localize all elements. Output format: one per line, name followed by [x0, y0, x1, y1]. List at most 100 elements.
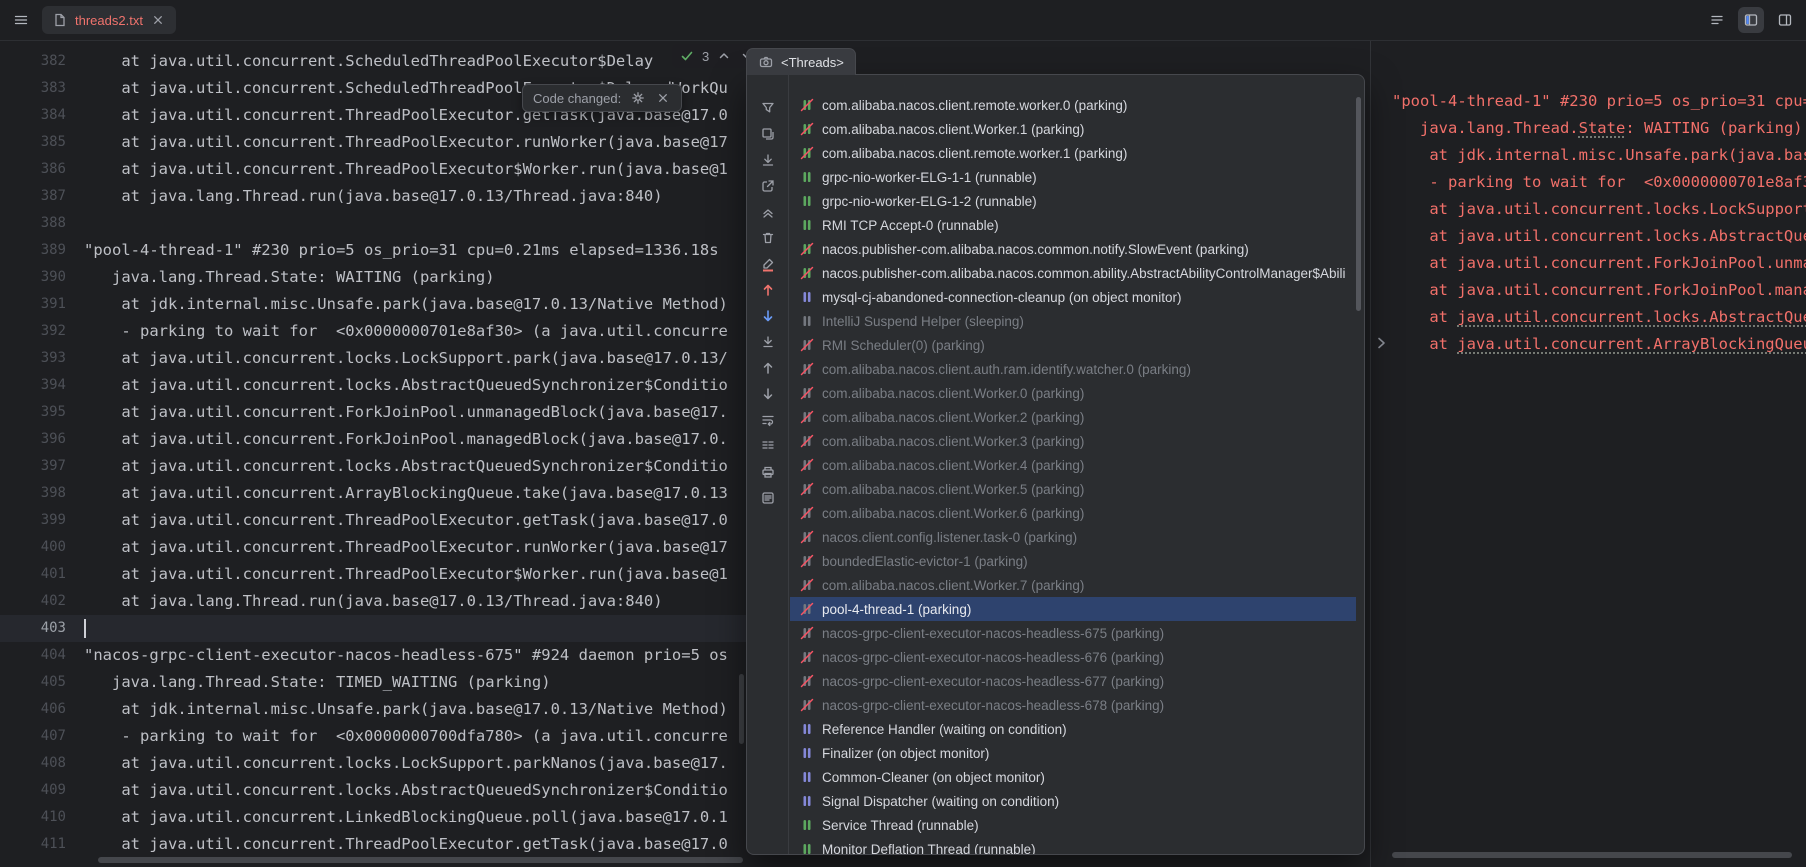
thread-list-item[interactable]: Common-Cleaner (on object monitor): [790, 765, 1356, 789]
stack-trace-line[interactable]: at java.util.concurrent.ForkJoinPool.unm…: [1392, 250, 1806, 277]
editor-line[interactable]: 403: [0, 615, 747, 642]
thread-list-item[interactable]: nacos.publisher-com.alibaba.nacos.common…: [790, 237, 1356, 261]
editor-line[interactable]: 410 at java.util.concurrent.LinkedBlocki…: [0, 804, 747, 831]
print-button[interactable]: [754, 459, 782, 485]
thread-list-item[interactable]: com.alibaba.nacos.client.Worker.2 (parki…: [790, 405, 1356, 429]
thread-list-item[interactable]: Service Thread (runnable): [790, 813, 1356, 837]
editor-line[interactable]: 401 at java.util.concurrent.ThreadPoolEx…: [0, 561, 747, 588]
tab-close-icon[interactable]: [150, 12, 166, 28]
stack-trace-line[interactable]: java.lang.Thread.State: WAITING (parking…: [1392, 115, 1806, 142]
stack-trace-line[interactable]: at java.util.concurrent.locks.AbstractQu…: [1392, 223, 1806, 250]
thread-list-item[interactable]: RMI TCP Accept-0 (runnable): [790, 213, 1356, 237]
threads-list-scrollbar[interactable]: [1356, 97, 1361, 311]
thread-list-item[interactable]: com.alibaba.nacos.client.Worker.3 (parki…: [790, 429, 1356, 453]
editor-line[interactable]: 411 at java.util.concurrent.ThreadPoolEx…: [0, 831, 747, 858]
thread-list-item[interactable]: com.alibaba.nacos.client.Worker.7 (parki…: [790, 573, 1356, 597]
thread-list-item[interactable]: com.alibaba.nacos.client.Worker.0 (parki…: [790, 381, 1356, 405]
thread-list-item[interactable]: pool-4-thread-1 (parking): [790, 597, 1356, 621]
open-in-editor-button[interactable]: [754, 173, 782, 199]
thread-list-item[interactable]: Reference Handler (waiting on condition): [790, 717, 1356, 741]
editor-line[interactable]: 394 at java.util.concurrent.locks.Abstra…: [0, 372, 747, 399]
thread-list-item[interactable]: nacos-grpc-client-executor-nacos-headles…: [790, 669, 1356, 693]
soft-wrap-button[interactable]: [754, 407, 782, 433]
stack-trace-line[interactable]: at java.util.concurrent.locks.LockSuppor…: [1392, 196, 1806, 223]
delete-button[interactable]: [754, 225, 782, 251]
settings-gear-icon[interactable]: [630, 90, 646, 106]
stack-trace-line[interactable]: "pool-4-thread-1" #230 prio=5 os_prio=31…: [1392, 88, 1806, 115]
next-occurrence-button[interactable]: [754, 303, 782, 329]
editor-line[interactable]: 385 at java.util.concurrent.ThreadPoolEx…: [0, 129, 747, 156]
move-up-button[interactable]: [754, 355, 782, 381]
editor-line[interactable]: 405 java.lang.Thread.State: TIMED_WAITIN…: [0, 669, 747, 696]
thread-list-item[interactable]: com.alibaba.nacos.client.Worker.5 (parki…: [790, 477, 1356, 501]
compare-button[interactable]: [754, 433, 782, 459]
thread-list-item[interactable]: nacos-grpc-client-executor-nacos-headles…: [790, 645, 1356, 669]
editor-line[interactable]: 397 at java.util.concurrent.locks.Abstra…: [0, 453, 747, 480]
options-menu-button[interactable]: [1704, 7, 1730, 33]
editor-line[interactable]: 388: [0, 210, 747, 237]
editor-line[interactable]: 404"nacos-grpc-client-executor-nacos-hea…: [0, 642, 747, 669]
collapse-all-button[interactable]: [754, 199, 782, 225]
thread-list-item[interactable]: com.alibaba.nacos.client.remote.worker.0…: [790, 93, 1356, 117]
thread-list-item[interactable]: grpc-nio-worker-ELG-1-1 (runnable): [790, 165, 1356, 189]
editor-line[interactable]: 399 at java.util.concurrent.ThreadPoolEx…: [0, 507, 747, 534]
highlighter-button[interactable]: [754, 251, 782, 277]
move-down-button[interactable]: [754, 381, 782, 407]
editor-line[interactable]: 408 at java.util.concurrent.locks.LockSu…: [0, 750, 747, 777]
splitter-chevron-icon[interactable]: [1372, 334, 1390, 352]
editor-tab[interactable]: threads2.txt: [42, 6, 176, 34]
stack-trace-line[interactable]: at java.util.concurrent.locks.AbstractQu…: [1392, 304, 1806, 331]
thread-list-item[interactable]: com.alibaba.nacos.client.auth.ram.identi…: [790, 357, 1356, 381]
thread-list-item[interactable]: Signal Dispatcher (waiting on condition): [790, 789, 1356, 813]
layout-right-button[interactable]: [1772, 7, 1798, 33]
export-button[interactable]: [754, 147, 782, 173]
thread-list-item[interactable]: mysql-cj-abandoned-connection-cleanup (o…: [790, 285, 1356, 309]
right-editor-horizontal-scrollbar[interactable]: [1392, 852, 1792, 858]
editor-left[interactable]: 382 at java.util.concurrent.ScheduledThr…: [0, 48, 747, 858]
preview-button[interactable]: [754, 485, 782, 511]
main-menu-button[interactable]: [8, 7, 34, 33]
stack-trace-line[interactable]: at java.util.concurrent.ArrayBlockingQue…: [1392, 331, 1806, 358]
thread-list-item[interactable]: Monitor Deflation Thread (runnable): [790, 837, 1356, 855]
thread-list-item[interactable]: nacos-grpc-client-executor-nacos-headles…: [790, 693, 1356, 717]
scroll-to-end-button[interactable]: [754, 329, 782, 355]
tooltip-close-icon[interactable]: [655, 90, 671, 106]
prev-problem-icon[interactable]: [716, 48, 732, 64]
filter-button[interactable]: [754, 95, 782, 121]
editor-line[interactable]: 400 at java.util.concurrent.ThreadPoolEx…: [0, 534, 747, 561]
stack-trace-line[interactable]: at jdk.internal.misc.Unsafe.park(java.ba…: [1392, 142, 1806, 169]
editor-right[interactable]: "pool-4-thread-1" #230 prio=5 os_prio=31…: [1392, 88, 1806, 358]
copy-button[interactable]: [754, 121, 782, 147]
left-editor-horizontal-scrollbar[interactable]: [98, 857, 743, 863]
thread-list-item[interactable]: IntelliJ Suspend Helper (sleeping): [790, 309, 1356, 333]
editor-line[interactable]: 402 at java.lang.Thread.run(java.base@17…: [0, 588, 747, 615]
editor-line[interactable]: 391 at jdk.internal.misc.Unsafe.park(jav…: [0, 291, 747, 318]
editor-line[interactable]: 393 at java.util.concurrent.locks.LockSu…: [0, 345, 747, 372]
thread-list-item[interactable]: nacos.client.config.listener.task-0 (par…: [790, 525, 1356, 549]
editor-line[interactable]: 395 at java.util.concurrent.ForkJoinPool…: [0, 399, 747, 426]
editor-line[interactable]: 398 at java.util.concurrent.ArrayBlockin…: [0, 480, 747, 507]
thread-list-item[interactable]: com.alibaba.nacos.client.Worker.1 (parki…: [790, 117, 1356, 141]
stack-trace-line[interactable]: - parking to wait for <0x0000000701e8af3…: [1392, 169, 1806, 196]
thread-list-item[interactable]: com.alibaba.nacos.client.remote.worker.1…: [790, 141, 1356, 165]
thread-list-item[interactable]: boundedElastic-evictor-1 (parking): [790, 549, 1356, 573]
threads-popup-tab[interactable]: <Threads>: [746, 48, 856, 75]
previous-occurrence-button[interactable]: [754, 277, 782, 303]
editor-line[interactable]: 409 at java.util.concurrent.locks.Abstra…: [0, 777, 747, 804]
layout-selector-button[interactable]: [1738, 7, 1764, 33]
editor-line[interactable]: 392 - parking to wait for <0x0000000701e…: [0, 318, 747, 345]
thread-list-item[interactable]: nacos.publisher-com.alibaba.nacos.common…: [790, 261, 1356, 285]
thread-list-item[interactable]: Finalizer (on object monitor): [790, 741, 1356, 765]
split-divider[interactable]: [1370, 41, 1371, 867]
editor-line[interactable]: 382 at java.util.concurrent.ScheduledThr…: [0, 48, 747, 75]
thread-list-item[interactable]: RMI Scheduler(0) (parking): [790, 333, 1356, 357]
thread-list-item[interactable]: nacos-grpc-client-executor-nacos-headles…: [790, 621, 1356, 645]
stack-trace-line[interactable]: at java.util.concurrent.ForkJoinPool.man…: [1392, 277, 1806, 304]
editor-line[interactable]: 396 at java.util.concurrent.ForkJoinPool…: [0, 426, 747, 453]
editor-line[interactable]: 406 at jdk.internal.misc.Unsafe.park(jav…: [0, 696, 747, 723]
editor-line[interactable]: 387 at java.lang.Thread.run(java.base@17…: [0, 183, 747, 210]
editor-line[interactable]: 407 - parking to wait for <0x0000000700d…: [0, 723, 747, 750]
thread-list-item[interactable]: com.alibaba.nacos.client.Worker.6 (parki…: [790, 501, 1356, 525]
thread-list-item[interactable]: grpc-nio-worker-ELG-1-2 (runnable): [790, 189, 1356, 213]
editor-line[interactable]: 389"pool-4-thread-1" #230 prio=5 os_prio…: [0, 237, 747, 264]
